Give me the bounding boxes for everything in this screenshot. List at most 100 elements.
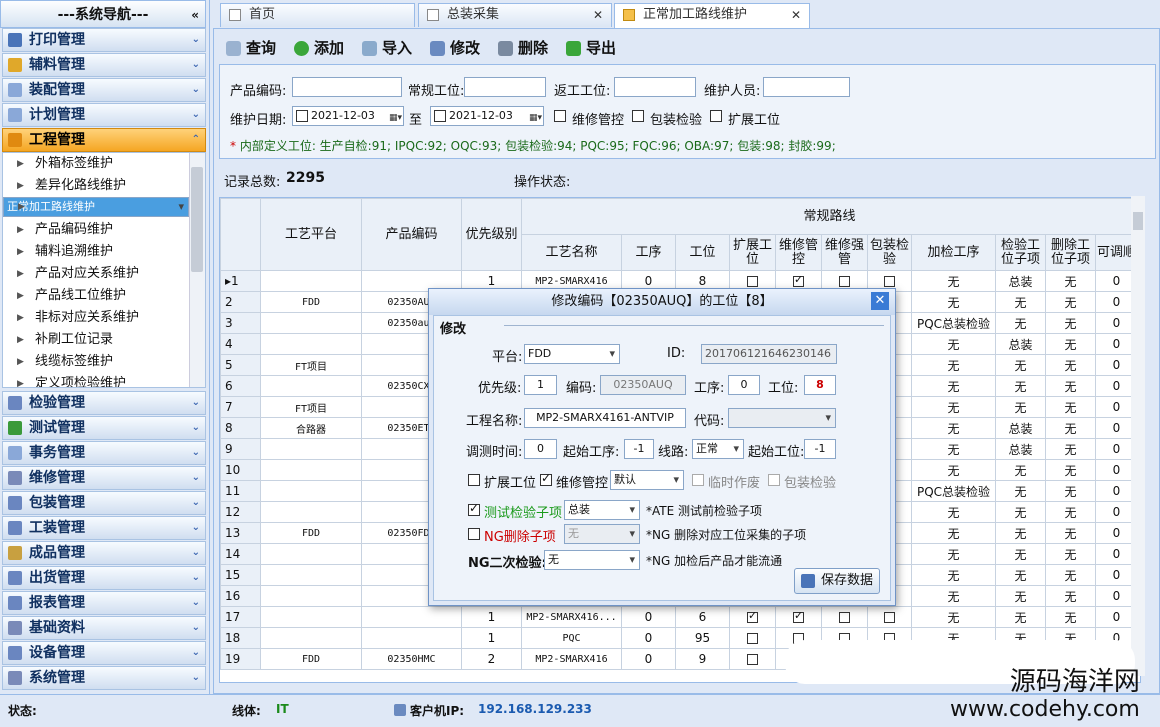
table-row[interactable]: 17 1 MP2-SMARX416... 0 6 无 无 无 0 [220, 606, 1138, 628]
col-repair-control[interactable]: 维修管控 [775, 234, 822, 271]
col-platform[interactable]: 工艺平台 [260, 198, 362, 271]
nav-section-lower-5[interactable]: 工装管理 ⌄ [2, 516, 206, 540]
expand-down-icon[interactable]: ⌄ [192, 492, 200, 514]
calendar-icon[interactable]: ▦▾ [389, 109, 402, 123]
col-process-name[interactable]: 工艺名称 [521, 234, 622, 271]
import-button[interactable]: 导入 [362, 37, 412, 59]
close-icon[interactable]: ✕ [593, 4, 603, 26]
temp-void-checkbox[interactable] [692, 474, 704, 486]
col-repair-force[interactable]: 维修强管 [821, 234, 868, 271]
expand-down-icon[interactable]: ⌄ [192, 617, 200, 639]
sub-menu-item[interactable]: ▶ 产品线工位维护 [3, 285, 189, 307]
sub-menu-item[interactable]: ▶ 外箱标签维护 [3, 153, 189, 175]
row-checkbox[interactable] [747, 276, 758, 287]
col-sequence[interactable]: 工序 [621, 234, 676, 271]
sub-menu-item[interactable]: ▶ 线缆标签维护 [3, 351, 189, 373]
expand-down-icon[interactable]: ⌄ [192, 667, 200, 689]
nav-section-0[interactable]: 打印管理 ⌄ [2, 28, 206, 52]
repair-control-checkbox[interactable] [554, 110, 566, 122]
line-select[interactable]: 正常 [692, 439, 744, 459]
date-from-checkbox[interactable] [296, 110, 308, 122]
nav-section-lower-3[interactable]: 维修管理 ⌄ [2, 466, 206, 490]
col-package-check[interactable]: 包装检验 [867, 234, 912, 271]
test-sub-checkbox[interactable] [468, 501, 480, 516]
sub-menu-item[interactable]: ▶ 差异化路线维护 [3, 175, 189, 197]
expand-down-icon[interactable]: ⌄ [192, 592, 200, 614]
expand-down-icon[interactable]: ⌄ [192, 642, 200, 664]
sub-menu-item[interactable]: ▶ 补刷工位记录 [3, 329, 189, 351]
ng-second-select[interactable]: 无 [544, 550, 640, 570]
expand-down-icon[interactable]: ⌄ [192, 567, 200, 589]
repair-mode-select[interactable]: 默认 [610, 470, 684, 490]
add-button[interactable]: 添加 [294, 37, 344, 59]
row-checkbox[interactable] [747, 609, 758, 623]
grid-scrollbar[interactable] [1131, 196, 1145, 676]
sub-menu-item[interactable]: ▶ 非标对应关系维护 [3, 307, 189, 329]
sub-menu-item[interactable]: ▶ 产品编码维护 [3, 219, 189, 241]
row-checkbox[interactable] [747, 633, 758, 644]
tab-normal-route[interactable]: 正常加工路线维护 ✕ [614, 3, 810, 29]
nav-section-lower-4[interactable]: 包装管理 ⌄ [2, 491, 206, 515]
row-checkbox[interactable] [884, 276, 895, 287]
col-delete-sub[interactable]: 删除工位子项 [1045, 234, 1096, 271]
date-to-field[interactable]: 2021-12-03 ▦▾ [430, 106, 544, 126]
row-checkbox[interactable] [884, 612, 895, 623]
expand-down-icon[interactable]: ⌄ [192, 467, 200, 489]
nav-section-lower-6[interactable]: 成品管理 ⌄ [2, 541, 206, 565]
start-sequence-input[interactable]: -1 [624, 439, 654, 459]
row-checkbox[interactable] [793, 273, 804, 287]
dcode-select[interactable] [728, 408, 836, 428]
package-check-checkbox[interactable] [632, 110, 644, 122]
regular-station-input[interactable] [464, 77, 546, 97]
nav-section-lower-8[interactable]: 报表管理 ⌄ [2, 591, 206, 615]
extend-station-checkbox[interactable] [468, 474, 480, 486]
date-from-field[interactable]: 2021-12-03 ▦▾ [292, 106, 404, 126]
col-station[interactable]: 工位 [675, 234, 730, 271]
nav-section-lower-9[interactable]: 基础资料 ⌄ [2, 616, 206, 640]
nav-section-1[interactable]: 辅料管理 ⌄ [2, 53, 206, 77]
query-button[interactable]: 查询 [226, 37, 276, 59]
close-icon[interactable]: ✕ [791, 4, 801, 26]
col-check-sub[interactable]: 检验工位子项 [995, 234, 1046, 271]
expand-down-icon[interactable]: ⌄ [192, 517, 200, 539]
nav-section-4[interactable]: 工程管理 ⌃ [2, 128, 206, 152]
nav-section-lower-10[interactable]: 设备管理 ⌄ [2, 641, 206, 665]
pack-check-checkbox[interactable] [768, 474, 780, 486]
expand-down-icon[interactable]: ⌄ [192, 442, 200, 464]
expand-down-icon[interactable]: ⌄ [192, 542, 200, 564]
expand-down-icon[interactable]: ⌄ [192, 54, 200, 76]
nav-section-lower-2[interactable]: 事务管理 ⌄ [2, 441, 206, 465]
col-extend-station[interactable]: 扩展工位 [729, 234, 776, 271]
sub-menu-item[interactable]: ▶ 正常加工路线维护 [3, 197, 189, 217]
sub-menu-item[interactable]: ▶ 产品对应关系维护 [3, 263, 189, 285]
test-sub-select[interactable]: 总装 [564, 500, 640, 520]
save-button[interactable]: 保存数据 [794, 568, 880, 594]
expand-down-icon[interactable]: ⌄ [192, 79, 200, 101]
priority-input[interactable]: 1 [524, 375, 557, 395]
collapse-icon[interactable]: « [191, 1, 199, 29]
calendar-icon[interactable]: ▦▾ [529, 109, 542, 123]
row-checkbox[interactable] [839, 612, 850, 623]
tab-assembly-collect[interactable]: 总装采集 ✕ [418, 3, 612, 27]
nav-section-lower-1[interactable]: 测试管理 ⌄ [2, 416, 206, 440]
repair-control-checkbox[interactable] [540, 471, 552, 486]
start-station-input[interactable]: -1 [804, 439, 836, 459]
station-input[interactable]: 8 [804, 375, 836, 395]
test-time-input[interactable]: 0 [524, 439, 557, 459]
nav-section-2[interactable]: 装配管理 ⌄ [2, 78, 206, 102]
row-checkbox[interactable] [839, 276, 850, 287]
expand-down-icon[interactable]: ⌄ [192, 104, 200, 126]
rework-station-input[interactable] [614, 77, 696, 97]
nav-section-lower-11[interactable]: 系统管理 ⌄ [2, 666, 206, 690]
sub-menu-item[interactable]: ▶ 辅料追溯维护 [3, 241, 189, 263]
close-icon[interactable]: ✕ [871, 292, 889, 310]
collapse-up-icon[interactable]: ⌃ [192, 129, 200, 151]
ng-delete-select[interactable]: 无 [564, 524, 640, 544]
expand-down-icon[interactable]: ⌄ [192, 417, 200, 439]
col-add-check[interactable]: 加检工序 [911, 234, 996, 271]
platform-select[interactable]: FDD [524, 344, 620, 364]
nav-section-lower-0[interactable]: 检验管理 ⌄ [2, 391, 206, 415]
sub-menu-scroll-thumb[interactable] [191, 167, 203, 272]
expand-down-icon[interactable]: ⌄ [192, 29, 200, 51]
extend-station-checkbox[interactable] [710, 110, 722, 122]
